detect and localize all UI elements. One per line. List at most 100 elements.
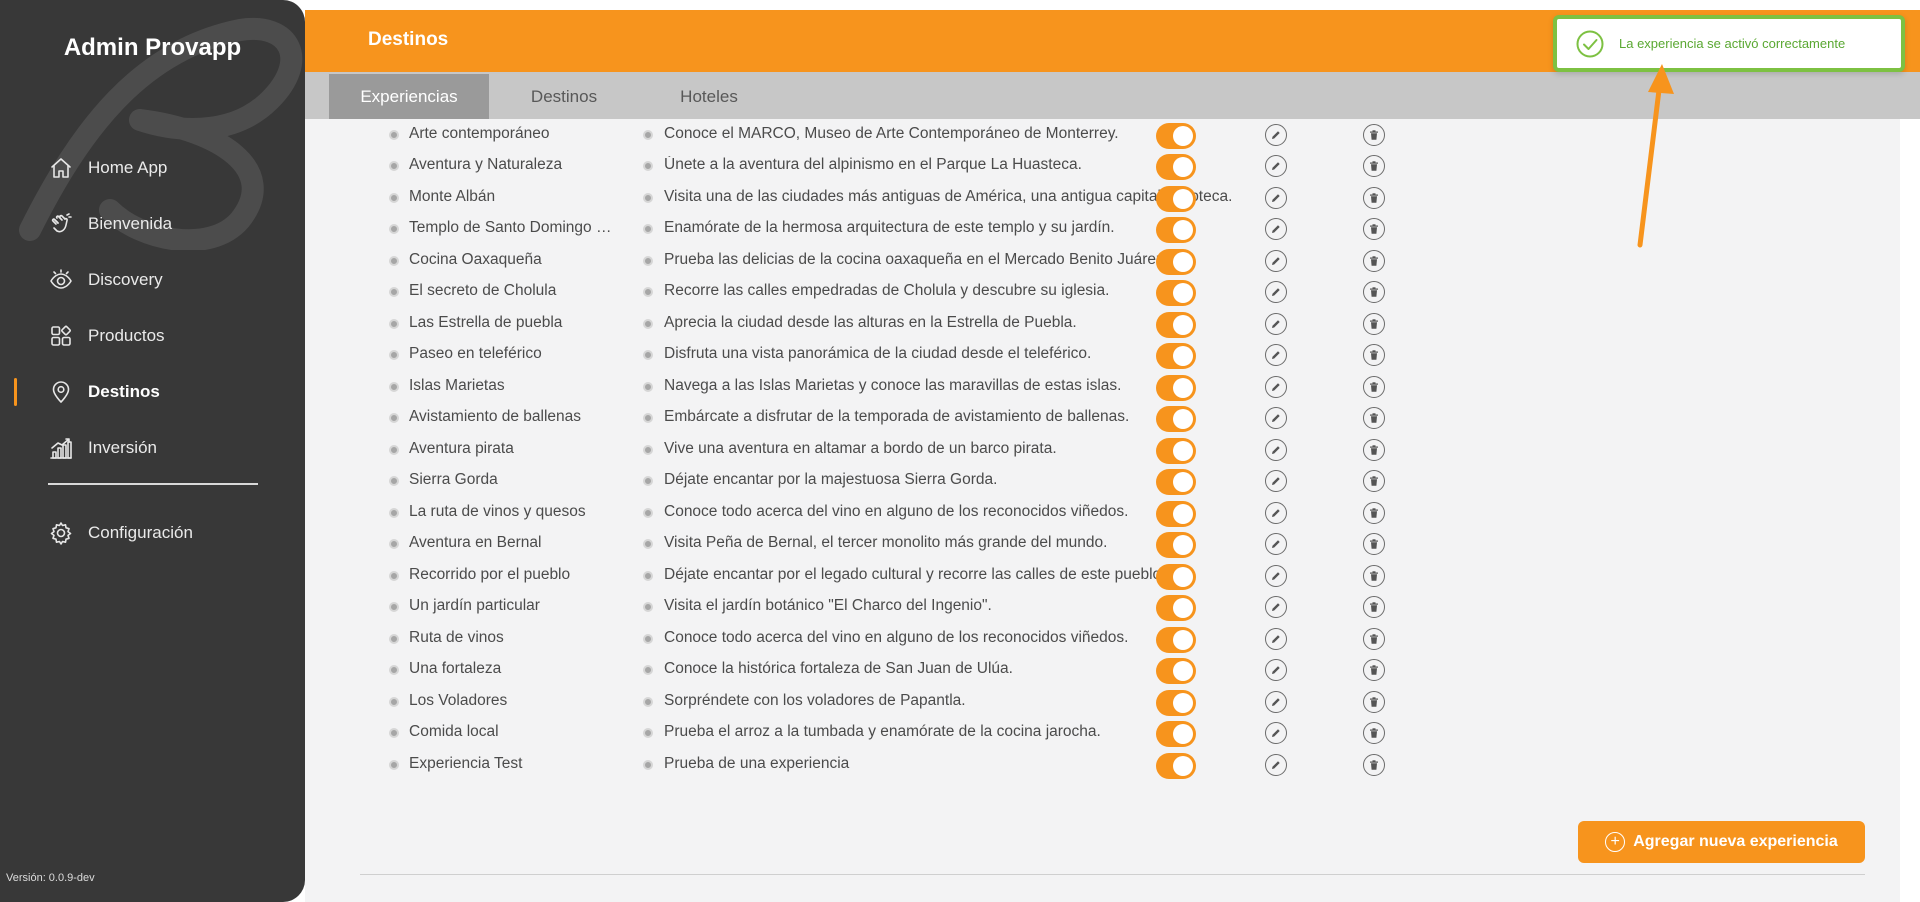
edit-button[interactable] xyxy=(1265,596,1287,618)
sidebar-item-destinos[interactable]: Destinos xyxy=(0,364,305,420)
bullet-icon xyxy=(389,728,399,738)
active-toggle[interactable] xyxy=(1156,248,1196,275)
experience-name: Monte Albán xyxy=(409,187,496,205)
delete-button[interactable] xyxy=(1363,753,1385,776)
sidebar-item-inversion[interactable]: Inversión xyxy=(0,420,305,476)
delete-button[interactable] xyxy=(1363,627,1385,650)
experience-description: Aprecia la ciudad desde las alturas en l… xyxy=(664,313,1077,331)
experience-description: Visita el jardín botánico "El Charco del… xyxy=(664,597,992,614)
active-toggle[interactable] xyxy=(1156,595,1196,621)
edit-button[interactable] xyxy=(1265,407,1287,429)
active-toggle[interactable] xyxy=(1156,311,1196,338)
sidebar-item-bienvenida[interactable]: Bienvenida xyxy=(0,196,305,252)
bullet-icon xyxy=(643,287,653,297)
edit-button[interactable] xyxy=(1265,533,1287,555)
delete-button[interactable] xyxy=(1363,155,1385,177)
edit-button[interactable] xyxy=(1265,501,1287,524)
active-toggle[interactable] xyxy=(1156,406,1196,432)
plus-circle-icon: + xyxy=(1605,832,1626,852)
delete-button[interactable] xyxy=(1363,123,1385,146)
delete-button[interactable] xyxy=(1363,407,1385,429)
pencil-icon xyxy=(1272,540,1280,548)
add-experience-label: Agregar nueva experiencia xyxy=(1633,833,1838,850)
edit-button[interactable] xyxy=(1265,470,1287,492)
active-toggle[interactable] xyxy=(1156,752,1196,779)
bullet-icon xyxy=(643,444,653,455)
table-row: Un jardín particular Visita el jardín bot… xyxy=(305,592,1900,624)
sidebar-item-home-app[interactable]: Home App xyxy=(0,140,305,196)
edit-button[interactable] xyxy=(1265,722,1287,744)
delete-button[interactable] xyxy=(1363,501,1385,524)
bullet-icon xyxy=(389,602,399,612)
tab-hoteles[interactable]: Hoteles xyxy=(639,74,779,119)
active-toggle[interactable] xyxy=(1156,500,1196,527)
delete-button[interactable] xyxy=(1363,722,1385,744)
delete-button[interactable] xyxy=(1363,344,1385,366)
sidebar-item-configuracion[interactable]: Configuración xyxy=(0,505,305,561)
pencil-icon xyxy=(1272,193,1280,202)
tab-experiencias[interactable]: Experiencias xyxy=(329,74,489,119)
delete-button[interactable] xyxy=(1363,533,1385,555)
delete-button[interactable] xyxy=(1363,281,1385,303)
experience-description: Conoce el MARCO, Museo de Arte Contempor… xyxy=(664,124,1119,142)
delete-button[interactable] xyxy=(1363,186,1385,209)
edit-button[interactable] xyxy=(1265,438,1287,461)
trash-icon xyxy=(1370,318,1378,329)
add-experience-button[interactable]: + Agregar nueva experiencia xyxy=(1578,821,1865,863)
active-toggle[interactable] xyxy=(1156,469,1196,495)
experience-name: Aventura pirata xyxy=(409,439,514,457)
active-toggle[interactable] xyxy=(1156,280,1196,306)
waving-hand-icon xyxy=(48,211,74,237)
edit-button[interactable] xyxy=(1265,312,1287,335)
active-toggle[interactable] xyxy=(1156,185,1196,212)
delete-button[interactable] xyxy=(1363,659,1385,681)
sidebar-item-productos[interactable]: Productos xyxy=(0,308,305,364)
active-toggle[interactable] xyxy=(1156,532,1196,558)
home-icon xyxy=(48,155,74,181)
edit-button[interactable] xyxy=(1265,564,1287,587)
active-toggle[interactable] xyxy=(1156,626,1196,653)
delete-button[interactable] xyxy=(1363,375,1385,398)
edit-button[interactable] xyxy=(1265,281,1287,303)
delete-button[interactable] xyxy=(1363,564,1385,587)
bullet-icon xyxy=(389,318,399,329)
tab-destinos[interactable]: Destinos xyxy=(489,74,639,119)
edit-button[interactable] xyxy=(1265,627,1287,650)
active-toggle[interactable] xyxy=(1156,689,1196,716)
edit-button[interactable] xyxy=(1265,186,1287,209)
edit-button[interactable] xyxy=(1265,249,1287,272)
experience-name: La ruta de vinos y quesos xyxy=(409,502,586,520)
bullet-icon xyxy=(389,665,399,675)
edit-button[interactable] xyxy=(1265,218,1287,240)
bullet-icon xyxy=(643,665,653,675)
delete-button[interactable] xyxy=(1363,312,1385,335)
delete-button[interactable] xyxy=(1363,596,1385,618)
delete-button[interactable] xyxy=(1363,218,1385,240)
active-toggle[interactable] xyxy=(1156,217,1196,243)
delete-button[interactable] xyxy=(1363,470,1385,492)
experience-name: Los Voladores xyxy=(409,691,508,709)
experience-description: Conoce todo acerca del vino en alguno de… xyxy=(664,628,1129,646)
table-row: Sierra Gorda Déjate encantar por la majes… xyxy=(305,466,1900,498)
edit-button[interactable] xyxy=(1265,753,1287,776)
active-toggle[interactable] xyxy=(1156,122,1196,149)
active-toggle[interactable] xyxy=(1156,374,1196,401)
delete-button[interactable] xyxy=(1363,690,1385,713)
active-toggle[interactable] xyxy=(1156,437,1196,464)
delete-button[interactable] xyxy=(1363,438,1385,461)
edit-button[interactable] xyxy=(1265,690,1287,713)
edit-button[interactable] xyxy=(1265,155,1287,177)
sidebar-item-discovery[interactable]: Discovery xyxy=(0,252,305,308)
active-toggle[interactable] xyxy=(1156,658,1196,684)
active-toggle[interactable] xyxy=(1156,343,1196,369)
active-toggle[interactable] xyxy=(1156,563,1196,590)
active-toggle[interactable] xyxy=(1156,721,1196,747)
edit-button[interactable] xyxy=(1265,344,1287,366)
edit-button[interactable] xyxy=(1265,375,1287,398)
edit-button[interactable] xyxy=(1265,123,1287,146)
table-row: Ruta de vinos Conoce todo acerca del vino… xyxy=(305,624,1900,656)
active-toggle[interactable] xyxy=(1156,154,1196,180)
delete-button[interactable] xyxy=(1363,249,1385,272)
edit-button[interactable] xyxy=(1265,659,1287,681)
pencil-icon xyxy=(1272,414,1280,422)
